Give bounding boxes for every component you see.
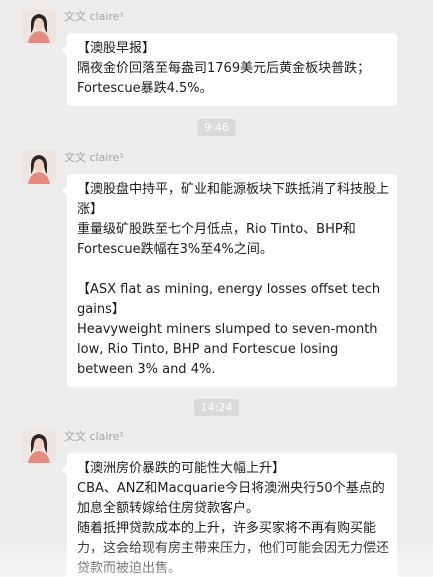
message-text: 【澳洲房价暴跌的可能性大幅上升】 CBA、ANZ和Macquarie今日将澳洲央…	[77, 461, 390, 576]
sender-name: 文文 claire¹	[64, 430, 124, 443]
message-text: 【ASX flat as mining, energy losses offse…	[77, 282, 381, 377]
avatar[interactable]	[22, 9, 56, 43]
message-text: 【澳股早报】 隔夜金价回落至每盎司1769美元后黄金板块普跌；Fortescue…	[77, 41, 371, 96]
timestamp: 14:24	[193, 399, 240, 416]
sender-name: 文文 claire¹	[64, 10, 124, 23]
timestamp: 9:46	[197, 119, 236, 136]
message-bubble[interactable]: 【澳股早报】 隔夜金价回落至每盎司1769美元后黄金板块普跌；Fortescue…	[62, 33, 397, 106]
sender-name: 文文 claire¹	[64, 151, 124, 164]
avatar[interactable]	[22, 429, 56, 463]
message-bubble[interactable]: 【澳洲房价暴跌的可能性大幅上升】 CBA、ANZ和Macquarie今日将澳洲央…	[62, 453, 397, 577]
message-text: 【澳股盘中持平，矿业和能源板块下跌抵消了科技股上涨】 重量级矿股跌至七个月低点，…	[77, 182, 390, 257]
avatar[interactable]	[22, 150, 56, 184]
message-bubble[interactable]: 【澳股盘中持平，矿业和能源板块下跌抵消了科技股上涨】 重量级矿股跌至七个月低点，…	[62, 174, 397, 387]
